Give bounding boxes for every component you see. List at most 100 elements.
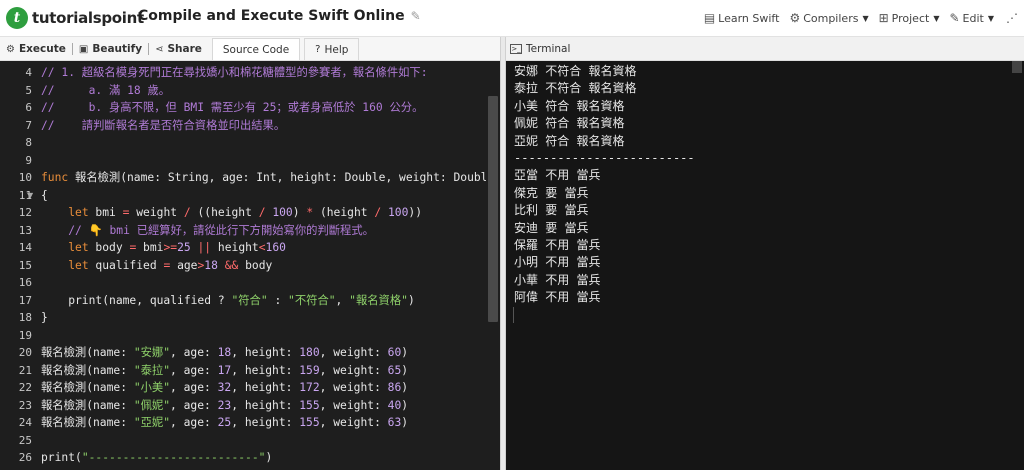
code-line[interactable]: 報名檢測(name: "佩妮", age: 23, height: 155, w… — [41, 397, 408, 415]
nav-learn-swift[interactable]: ▤ Learn Swift — [704, 11, 780, 25]
gear-icon: ⚙ — [789, 11, 801, 25]
tab-help[interactable]: ? Help — [304, 38, 360, 60]
line-number: 15 — [18, 258, 32, 272]
share-label: Share — [167, 43, 202, 55]
code-token: weight — [129, 206, 184, 219]
code-token: 172 — [299, 381, 320, 394]
terminal-line: ------------------------- — [514, 151, 695, 165]
terminal-scroll-thumb[interactable] — [1012, 61, 1022, 73]
code-token: 報名檢測(name: — [41, 363, 134, 377]
code-token: 18 — [217, 346, 232, 359]
code-line[interactable]: let bmi = weight / ((height / 100) * (he… — [41, 204, 422, 222]
code-token: "-------------------------" — [81, 451, 266, 464]
nav-project[interactable]: ⊞ Project ▼ — [879, 11, 940, 25]
code-token: // 1. 超級名模身死門正在尋找嬌小和棉花糖體型的參賽者，報名條件如下: — [41, 66, 428, 79]
code-token: / — [258, 206, 266, 219]
code-token: 160 — [265, 241, 286, 254]
code-token: >= — [163, 241, 178, 254]
terminal-line: 小華 不用 當兵 — [514, 272, 601, 287]
code-line[interactable]: let qualified = age>18 && body — [41, 257, 272, 275]
line-number: 21 — [18, 363, 32, 377]
code-token: , weight: — [319, 346, 388, 359]
tab-source-code-label: Source Code — [222, 43, 290, 56]
share-icon-button[interactable]: ⋰ — [1000, 8, 1024, 28]
code-editor[interactable]: 4 5 6 7 8 9 10 11 ▼ 12 13 14 15 16 17 18 19 20 21 22 23 24 25 2… — [0, 61, 500, 470]
logo-text: tutorialspoint — [32, 9, 144, 27]
code-token: 159 — [299, 363, 320, 377]
nav-edit[interactable]: ✎ Edit ▼ — [949, 11, 994, 25]
code-token: func — [41, 171, 69, 184]
line-number: 22 — [18, 381, 32, 394]
nav-learn-swift-label: Learn Swift — [718, 11, 780, 25]
line-number: 26 — [18, 451, 32, 464]
code-line[interactable]: 報名檢測(name: "小美", age: 32, height: 172, w… — [41, 379, 408, 397]
code-line[interactable]: { — [41, 187, 48, 205]
execute-button[interactable]: ⚙ Execute — [0, 38, 72, 60]
code-line[interactable]: // b. 身高不限，但 BMI 需至少有 25；或者身高低於 160 公分。 — [41, 99, 423, 117]
code-line[interactable]: // 👇 bmi 已經算好，請從此行下方開始寫你的判斷程式。 — [41, 222, 374, 240]
code-line[interactable]: 報名檢測(name: "安娜", age: 18, height: 180, w… — [41, 344, 408, 362]
edit-title-icon[interactable]: ✎ — [411, 9, 421, 23]
editor-scrollbar[interactable] — [486, 61, 500, 470]
terminal-line: 亞當 不用 當兵 — [514, 168, 601, 183]
tab-source-code[interactable]: Source Code — [211, 38, 301, 60]
line-number: 19 — [18, 328, 32, 342]
code-token: { — [41, 188, 48, 202]
line-number: 17 — [18, 293, 32, 307]
code-line[interactable]: // 1. 超級名模身死門正在尋找嬌小和棉花糖體型的參賽者，報名條件如下: — [41, 64, 428, 82]
code-token: bmi — [88, 206, 123, 219]
tab-help-label: Help — [324, 43, 349, 56]
line-number: 13 — [18, 223, 32, 237]
terminal-line: 小美 符合 報名資格 — [514, 98, 625, 113]
code-line[interactable]: func 報名檢測(name: String, age: Int, height… — [41, 169, 486, 187]
caret-down-icon: ▼ — [987, 13, 994, 23]
code-line[interactable]: // 請判斷報名者是否符合資格並印出結果。 — [41, 117, 285, 135]
code-token: 100 — [272, 206, 293, 219]
terminal-cursor — [513, 307, 514, 323]
editor-scroll-thumb[interactable] — [488, 96, 498, 322]
code-token: "小美" — [133, 381, 171, 394]
beautify-button[interactable]: ▣ Beautify — [73, 38, 148, 60]
code-line[interactable]: let body = bmi>=25 || height<160 — [41, 239, 286, 257]
code-token: , age: — [170, 346, 218, 359]
code-token: ) — [401, 363, 409, 377]
terminal-line: 安娜 不符合 報名資格 — [514, 64, 637, 78]
code-token: } — [41, 311, 48, 324]
code-token: let — [68, 241, 89, 254]
line-number: 25 — [18, 433, 32, 447]
editor-toolbar: ⚙ Execute ▣ Beautify ⋖ Share Source Code… — [0, 37, 500, 61]
logo-icon: t — [6, 7, 28, 29]
nav-compilers[interactable]: ⚙ Compilers ▼ — [789, 11, 868, 25]
edit-icon: ✎ — [949, 11, 960, 25]
code-token: || — [197, 241, 212, 254]
code-token: , age: — [170, 363, 218, 377]
code-area[interactable]: // 1. 超級名模身死門正在尋找嬌小和棉花糖體型的參賽者，報名條件如下: // … — [36, 61, 486, 470]
terminal-output[interactable]: 安娜 不符合 報名資格 泰拉 不符合 報名資格 小美 符合 報名資格 佩妮 符合 報名… — [506, 61, 1024, 470]
tutorialspoint-logo[interactable]: t tutorialspoint — [6, 4, 144, 32]
code-line[interactable]: } — [41, 309, 48, 327]
code-token: print(name, qualified ? — [41, 293, 232, 307]
code-token: 180 — [299, 346, 320, 359]
line-number: 23 — [18, 398, 32, 412]
line-number: 8 — [25, 136, 32, 149]
terminal-scrollbar[interactable] — [1010, 61, 1024, 470]
code-line[interactable]: print("-------------------------") — [41, 449, 272, 467]
terminal-line: 佩妮 符合 報名資格 — [514, 116, 625, 131]
line-number: 24 — [18, 416, 32, 429]
line-number: 4 — [25, 66, 32, 79]
code-token: let — [68, 258, 89, 272]
share-button[interactable]: ⋖ Share — [149, 38, 208, 60]
code-line[interactable]: // a. 滿 18 歲。 — [41, 82, 170, 100]
code-token: height — [211, 241, 259, 254]
code-line[interactable]: print(name, qualified ? "符合" : "不符合", "報… — [41, 292, 415, 310]
code-token: "符合" — [231, 293, 268, 307]
code-token: ) — [401, 381, 409, 394]
code-token: (height — [313, 206, 375, 219]
fold-toggle-icon[interactable]: ▼ — [27, 187, 33, 205]
code-token: , height: — [231, 398, 300, 412]
code-line[interactable]: 報名檢測(name: "亞妮", age: 25, height: 155, w… — [41, 414, 408, 432]
code-line[interactable]: 報名檢測(name: "泰拉", age: 17, height: 159, w… — [41, 362, 408, 380]
